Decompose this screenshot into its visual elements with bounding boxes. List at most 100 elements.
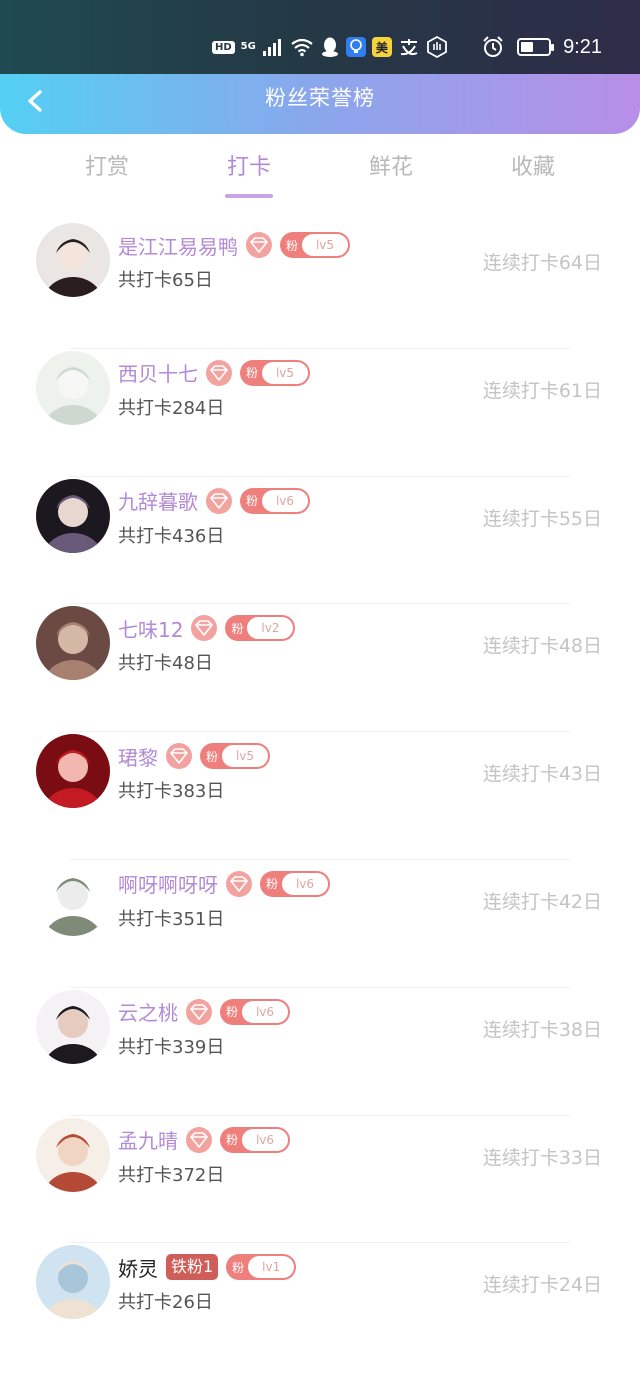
fan-level-badge: 粉 lv6: [220, 1126, 290, 1153]
divider: [70, 731, 570, 733]
tab-tips[interactable]: 打赏: [47, 146, 167, 196]
fan-level-badge: 粉 lv6: [260, 870, 330, 897]
fan-level-badge: 粉 lv5: [240, 359, 310, 386]
fan-level-badge: 粉 lv2: [225, 615, 296, 642]
total-checkins: 共打卡284日: [118, 397, 225, 419]
diamond-icon: [186, 998, 212, 1025]
fan-level: lv6: [242, 1128, 288, 1151]
name-line: 九辞暮歌 粉 lv6: [118, 486, 310, 516]
name-line: 云之桃 粉 lv6: [118, 997, 290, 1027]
fan-level-badge: 粉 lv1: [226, 1254, 297, 1281]
avatar[interactable]: [36, 1245, 110, 1320]
divider: [70, 347, 570, 349]
username[interactable]: 是江江易易鸭: [118, 231, 238, 260]
fan-badge-label: 粉: [231, 621, 244, 636]
streak-checkins: 连续打卡55日: [482, 507, 602, 530]
bulb-icon: [345, 37, 366, 57]
nav-bar: 粉丝荣誉榜: [0, 74, 640, 134]
streak-checkins: 连续打卡43日: [482, 763, 602, 786]
avatar[interactable]: [36, 989, 110, 1064]
fan-level: lv5: [222, 745, 268, 768]
divider: [70, 858, 570, 860]
alipay-icon: [400, 39, 418, 56]
fan-level: lv6: [242, 1000, 288, 1023]
divider: [70, 1114, 570, 1116]
fan-level-badge: 粉 lv5: [280, 232, 350, 258]
tab-checkin-label: 打卡: [226, 155, 271, 180]
fan-level: lv5: [302, 234, 348, 256]
fan-level: lv6: [282, 872, 328, 895]
hd-icon: HD: [212, 40, 235, 54]
streak-checkins: 连续打卡48日: [482, 635, 602, 658]
streak-checkins: 连续打卡61日: [482, 379, 602, 402]
total-checkins: 共打卡339日: [118, 1036, 225, 1058]
list-item[interactable]: 云之桃 粉 lv6 共打卡339日 连续打卡38日: [0, 986, 640, 1115]
username[interactable]: 七味12: [118, 614, 183, 643]
diamond-icon: [191, 615, 218, 642]
username[interactable]: 啊呀啊呀呀: [118, 869, 218, 898]
list-item[interactable]: 九辞暮歌 粉 lv6 共打卡436日 连续打卡55日: [0, 475, 640, 604]
name-line: 娇灵 铁粉1 粉 lv1: [118, 1252, 297, 1282]
alarm-icon: [483, 36, 503, 57]
divider: [70, 475, 570, 477]
tab-checkin[interactable]: 打卡: [189, 146, 309, 198]
avatar[interactable]: [36, 223, 110, 297]
fan-level: lv1: [248, 1256, 295, 1279]
battery-icon: [517, 38, 555, 56]
username[interactable]: 孟九晴: [118, 1125, 178, 1154]
fan-badge-label: 粉: [285, 238, 298, 253]
streak-checkins: 连续打卡33日: [482, 1146, 602, 1169]
username[interactable]: 云之桃: [118, 997, 178, 1026]
list-item[interactable]: 珺黎 粉 lv5 共打卡383日 连续打卡43日: [0, 731, 640, 859]
total-checkins: 共打卡383日: [118, 781, 225, 803]
diamond-icon: [166, 743, 192, 770]
avatar[interactable]: [36, 734, 110, 809]
avatar[interactable]: [36, 606, 110, 681]
wifi-icon: [291, 38, 313, 57]
fan-level: lv5: [262, 361, 308, 384]
clock: 9:21: [563, 35, 602, 58]
list-item[interactable]: 西贝十七 粉 lv5 共打卡284日 连续打卡61日: [0, 347, 640, 476]
streak-checkins: 连续打卡38日: [482, 1018, 602, 1041]
divider: [70, 986, 570, 988]
list-item[interactable]: 七味12 粉 lv2 共打卡48日 连续打卡48日: [0, 603, 640, 731]
username[interactable]: 九辞暮歌: [118, 486, 198, 515]
divider: [70, 1242, 570, 1244]
name-line: 七味12 粉 lv2: [118, 613, 296, 643]
fan-badge-label: 粉: [245, 494, 258, 509]
name-line: 啊呀啊呀呀 粉 lv6: [118, 869, 330, 899]
avatar[interactable]: [36, 350, 110, 425]
name-line: 是江江易易鸭 粉 lv5: [118, 230, 350, 260]
fan-level: lv2: [247, 617, 294, 640]
list-item[interactable]: 是江江易易鸭 粉 lv5 共打卡65日 连续打卡64日: [0, 220, 640, 348]
list-item[interactable]: 孟九晴 粉 lv6 共打卡372日 连续打卡33日: [0, 1114, 640, 1243]
divider: [70, 603, 570, 605]
fan-badge-label: 粉: [265, 877, 278, 892]
fan-badge-label: 粉: [225, 1005, 238, 1020]
iron-fan-badge: 铁粉1: [166, 1254, 219, 1281]
total-checkins: 共打卡48日: [118, 653, 213, 675]
total-checkins: 共打卡26日: [118, 1292, 213, 1314]
name-line: 西贝十七 粉 lv5: [118, 358, 310, 388]
qq-icon: [321, 37, 338, 57]
network-type: 5G: [240, 41, 256, 52]
avatar[interactable]: [36, 478, 110, 553]
fan-level-badge: 粉 lv5: [200, 743, 270, 770]
tab-flowers[interactable]: 鲜花: [331, 146, 451, 196]
streak-checkins: 连续打卡24日: [482, 1274, 602, 1297]
name-line: 孟九晴 粉 lv6: [118, 1125, 290, 1155]
fan-badge-label: 粉: [245, 366, 258, 381]
tab-favorites[interactable]: 收藏: [473, 146, 593, 196]
fan-level: lv6: [262, 489, 308, 512]
diamond-icon: [226, 870, 252, 897]
username[interactable]: 西贝十七: [118, 358, 198, 387]
meituan-icon: 美: [371, 37, 392, 57]
avatar[interactable]: [36, 1117, 110, 1192]
list-item[interactable]: 娇灵 铁粉1 粉 lv1 共打卡26日 连续打卡24日: [0, 1242, 640, 1370]
username[interactable]: 珺黎: [118, 742, 158, 771]
avatar[interactable]: [36, 861, 110, 936]
fan-badge-label: 粉: [232, 1260, 245, 1275]
diamond-icon: [186, 1126, 212, 1153]
username[interactable]: 娇灵: [118, 1253, 158, 1282]
list-item[interactable]: 啊呀啊呀呀 粉 lv6 共打卡351日 连续打卡42日: [0, 858, 640, 987]
